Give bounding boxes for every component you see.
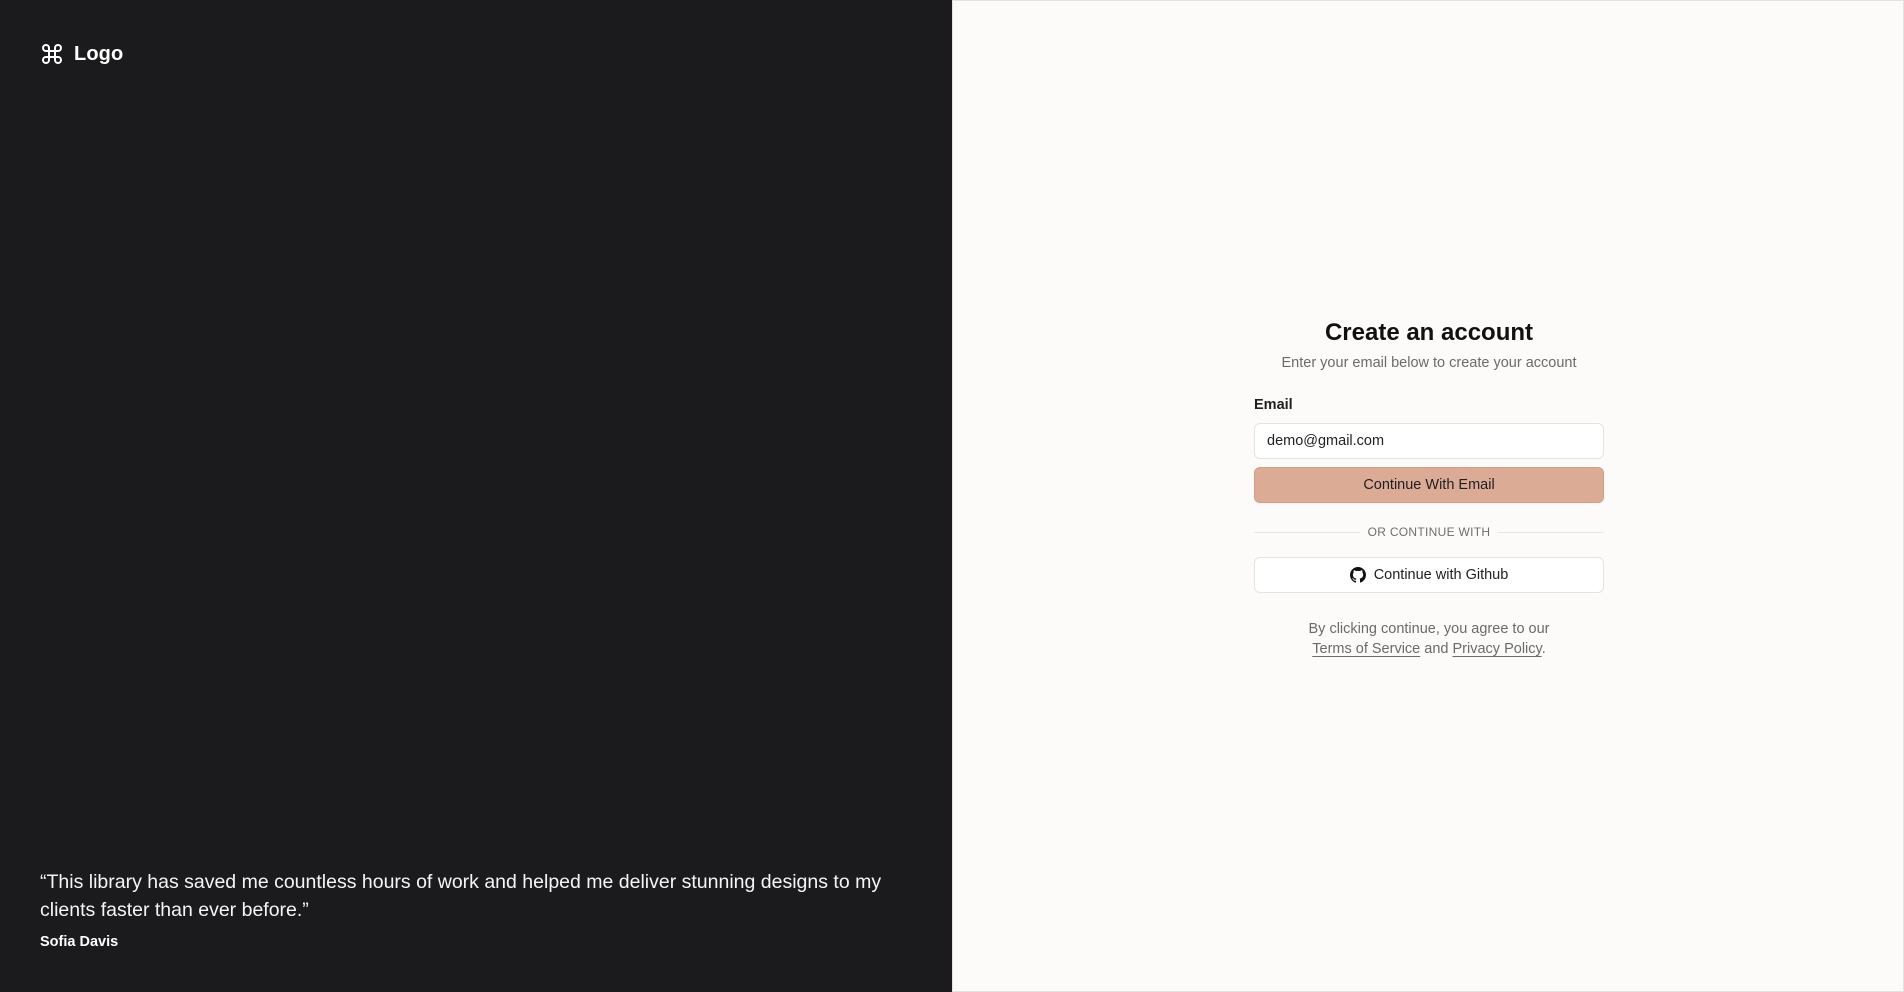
testimonial-author: Sofia Davis [40,934,119,950]
testimonial-panel: Logo “This library has saved me countles… [0,0,952,992]
terms-prefix: By clicking continue, you agree to our [1308,621,1550,637]
signup-panel: Create an account Enter your email below… [952,0,1904,992]
email-input[interactable] [1254,423,1604,459]
command-icon [40,42,64,66]
email-label: Email [1254,397,1293,413]
testimonial-quote: “This library has saved me countless hou… [40,871,882,921]
brand-name: Logo [74,42,124,65]
terms-text: By clicking continue, you agree to our T… [1254,619,1604,659]
github-icon [1349,567,1366,583]
github-button-label: Continue with Github [1373,567,1509,583]
page-title: Create an account [1324,319,1534,346]
continue-with-github-button[interactable]: Continue with Github [1254,557,1604,593]
page-subtitle: Enter your email below to create your ac… [1281,355,1577,371]
terms-and: and [1424,641,1449,657]
brand[interactable]: Logo [40,42,123,66]
or-divider: OR CONTINUE WITH [1254,525,1604,539]
auth-page: Logo “This library has saved me countles… [0,0,1904,992]
terms-of-service-link[interactable]: Terms of Service [1312,641,1420,657]
terms-suffix: . [1541,641,1546,657]
continue-with-email-button[interactable]: Continue With Email [1254,467,1604,503]
divider-text: OR CONTINUE WITH [1359,525,1499,539]
privacy-policy-link[interactable]: Privacy Policy [1453,641,1542,657]
testimonial: “This library has saved me countless hou… [40,868,910,950]
signup-form: Create an account Enter your email below… [1254,317,1604,659]
